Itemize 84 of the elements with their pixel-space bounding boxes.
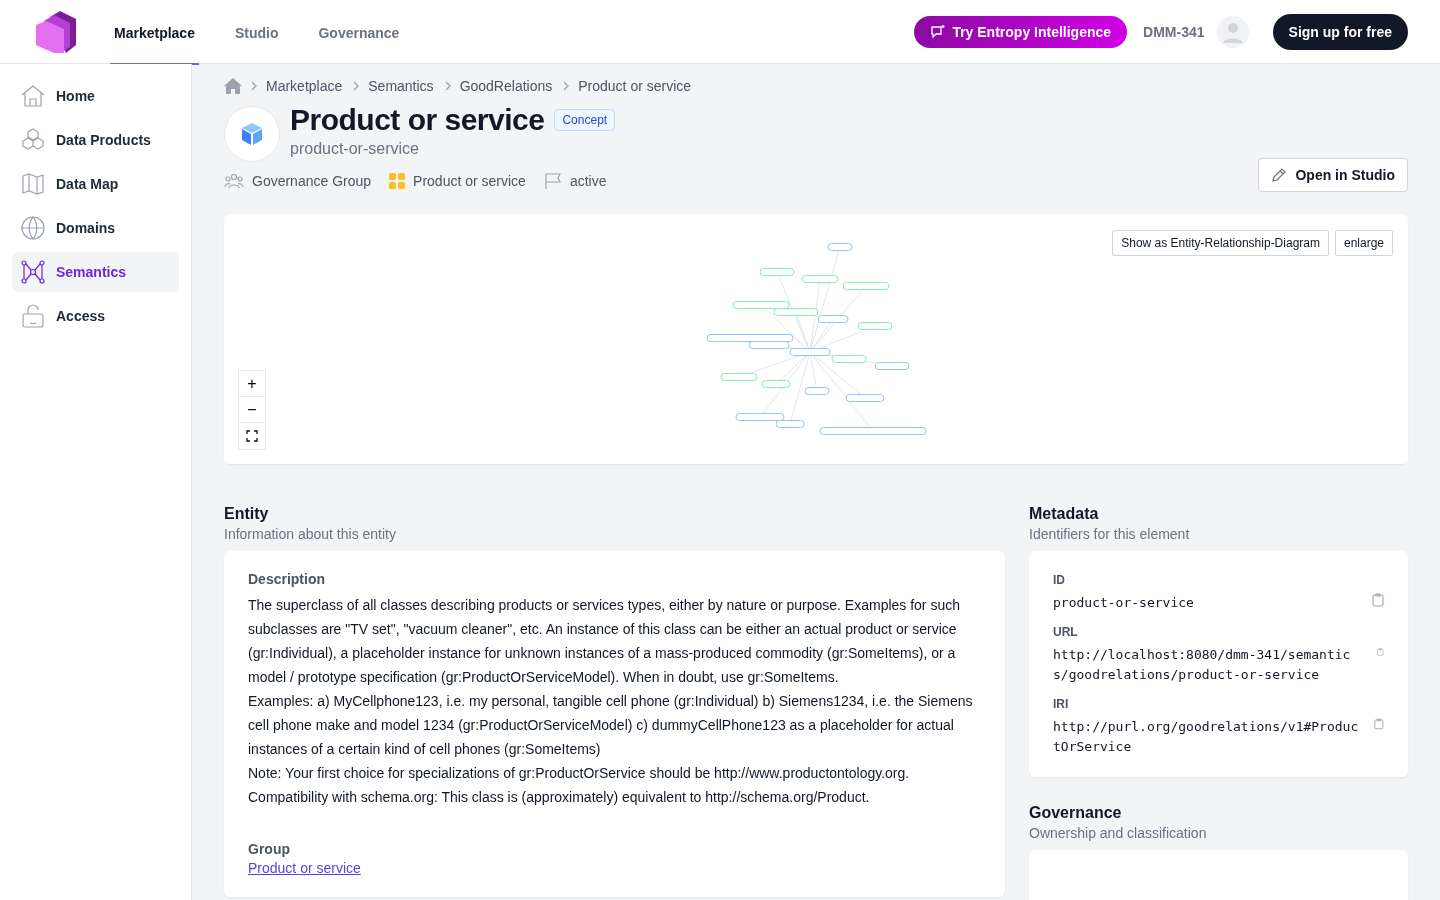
- workspace-label: DMM-341: [1143, 23, 1205, 40]
- clipboard-icon[interactable]: [1377, 645, 1384, 659]
- section-subtitle: Information about this entity: [224, 526, 397, 542]
- entity-title: Product or service: [290, 102, 545, 138]
- sidebar-item[interactable]: Access: [12, 296, 179, 336]
- graph-node[interactable]: [759, 268, 795, 276]
- globe-icon: [20, 215, 46, 241]
- field-label: IRI: [1053, 697, 1070, 711]
- sidebar-item[interactable]: Home: [12, 76, 179, 116]
- graph-node[interactable]: [706, 334, 794, 342]
- clipboard-icon[interactable]: [1374, 717, 1384, 731]
- pencil-icon: [1271, 167, 1288, 183]
- field-label: URL: [1053, 625, 1079, 639]
- graph-node[interactable]: [748, 341, 790, 349]
- graph-node[interactable]: [827, 243, 853, 251]
- flag-icon: [543, 172, 562, 190]
- group-link[interactable]: Product or service: [248, 860, 361, 876]
- description-text: Examples: a) MyCellphone123, i.e. my personal, tangible cell phone (gr:Individual) b) Siemens1234, i.e. the Siemens cell phone make and model 1234 (gr:ProductOrServiceModel) c) dummyCellPhone123 as a placeholder for actual instances of a certain kind of cell phones (gr:SomeItems): [248, 692, 974, 759]
- graph-node[interactable]: [720, 373, 758, 381]
- field-label: ID: [1053, 573, 1066, 587]
- graph-node[interactable]: [775, 420, 805, 428]
- map-icon: [20, 171, 46, 197]
- breadcrumb-link[interactable]: GoodRelations: [459, 78, 553, 94]
- graph-node[interactable]: [804, 387, 830, 395]
- chevron-icon: [562, 81, 571, 91]
- section-title: Entity: [224, 504, 270, 524]
- clipboard-icon[interactable]: [1372, 593, 1384, 607]
- home-icon[interactable]: [224, 78, 242, 94]
- enlarge-button[interactable]: enlarge: [1334, 230, 1393, 256]
- open-in-studio-button[interactable]: Open in Studio: [1258, 158, 1408, 192]
- graph-node[interactable]: [874, 362, 910, 370]
- graph-node[interactable]: [773, 308, 819, 316]
- graph-node[interactable]: [819, 427, 927, 435]
- grid-icon: [389, 173, 406, 189]
- graph-node[interactable]: [789, 348, 831, 356]
- graph-node[interactable]: [845, 394, 885, 402]
- er-diagram-button[interactable]: Show as Entity-Relationship-Diagram: [1112, 230, 1329, 256]
- home-icon: [20, 83, 46, 109]
- graph-icon: [20, 259, 46, 285]
- sidebar-item[interactable]: Data Map: [12, 164, 179, 204]
- chat-sparkle-icon: [930, 23, 947, 40]
- nav-tab[interactable]: Governance: [298, 2, 420, 65]
- concept-badge: Concept: [554, 109, 616, 131]
- section-subtitle: Identifiers for this element: [1029, 526, 1191, 542]
- chevron-icon: [250, 81, 258, 91]
- ai-button[interactable]: Try Entropy Intelligence: [914, 15, 1128, 48]
- field-value: http://localhost:8080/dmm-341/semantics/goodrelations/product-or-service: [1053, 646, 1352, 684]
- access-icon: [20, 303, 46, 329]
- entity-slug: product-or-service: [290, 140, 420, 158]
- chevron-icon: [352, 81, 361, 91]
- expand-icon: [246, 430, 258, 442]
- status-label: active: [569, 173, 607, 189]
- sidebar-item[interactable]: Data Products: [12, 120, 179, 160]
- sidebar-item[interactable]: Semantics: [12, 252, 179, 292]
- owner-label: Governance Group: [252, 173, 372, 189]
- graph-node[interactable]: [761, 380, 791, 388]
- field-value: http://purl.org/goodrelations/v1#ProductOrService: [1053, 718, 1360, 756]
- signup-button[interactable]: Sign up for free: [1272, 13, 1408, 50]
- graph-node[interactable]: [831, 355, 867, 363]
- people-icon: [224, 173, 244, 189]
- field-label: Group: [248, 841, 291, 857]
- graph-node[interactable]: [817, 315, 849, 323]
- avatar-icon[interactable]: [1216, 15, 1249, 48]
- breadcrumb-link[interactable]: Product or service: [578, 78, 692, 94]
- section-title: Metadata: [1029, 504, 1100, 524]
- description-text: The superclass of all classes describing products or services types, either by nature or purpose. Examples for such subclasses are "TV set", "vacuum cleaner", etc. An instance of this class can be either an actual product or service (gr:Individual), a placeholder instance for unknown instances of a mass-produced commodity (gr:SomeItems), or a model / prototype specification (gr:ProductOrServiceModel). When in doubt, use gr:SomeItems.: [248, 596, 961, 687]
- cube-icon: [224, 106, 280, 162]
- logo-icon[interactable]: [36, 10, 76, 53]
- nav-tab[interactable]: Studio: [214, 2, 299, 65]
- field-label: Description: [248, 571, 326, 587]
- sidebar-item[interactable]: Domains: [12, 208, 179, 248]
- graph-node[interactable]: [842, 282, 890, 290]
- graph-node[interactable]: [801, 275, 839, 283]
- group-label: Product or service: [413, 173, 526, 189]
- description-text: Note: Your first choice for specializations of gr:ProductOrService should be http://www.productontology.org. Compatibility with schema.org: This class is (approximately) equivalent to http://schema.org/Product.: [248, 764, 911, 807]
- breadcrumb-link[interactable]: Semantics: [368, 78, 434, 94]
- breadcrumb-link[interactable]: Marketplace: [266, 78, 343, 94]
- chevron-icon: [443, 81, 452, 91]
- graph-node[interactable]: [732, 301, 790, 309]
- field-value: product-or-service: [1053, 594, 1194, 612]
- graph-node[interactable]: [735, 413, 785, 421]
- graph-node[interactable]: [857, 322, 893, 330]
- section-title: Governance: [1029, 803, 1123, 823]
- section-subtitle: Ownership and classification: [1029, 825, 1208, 841]
